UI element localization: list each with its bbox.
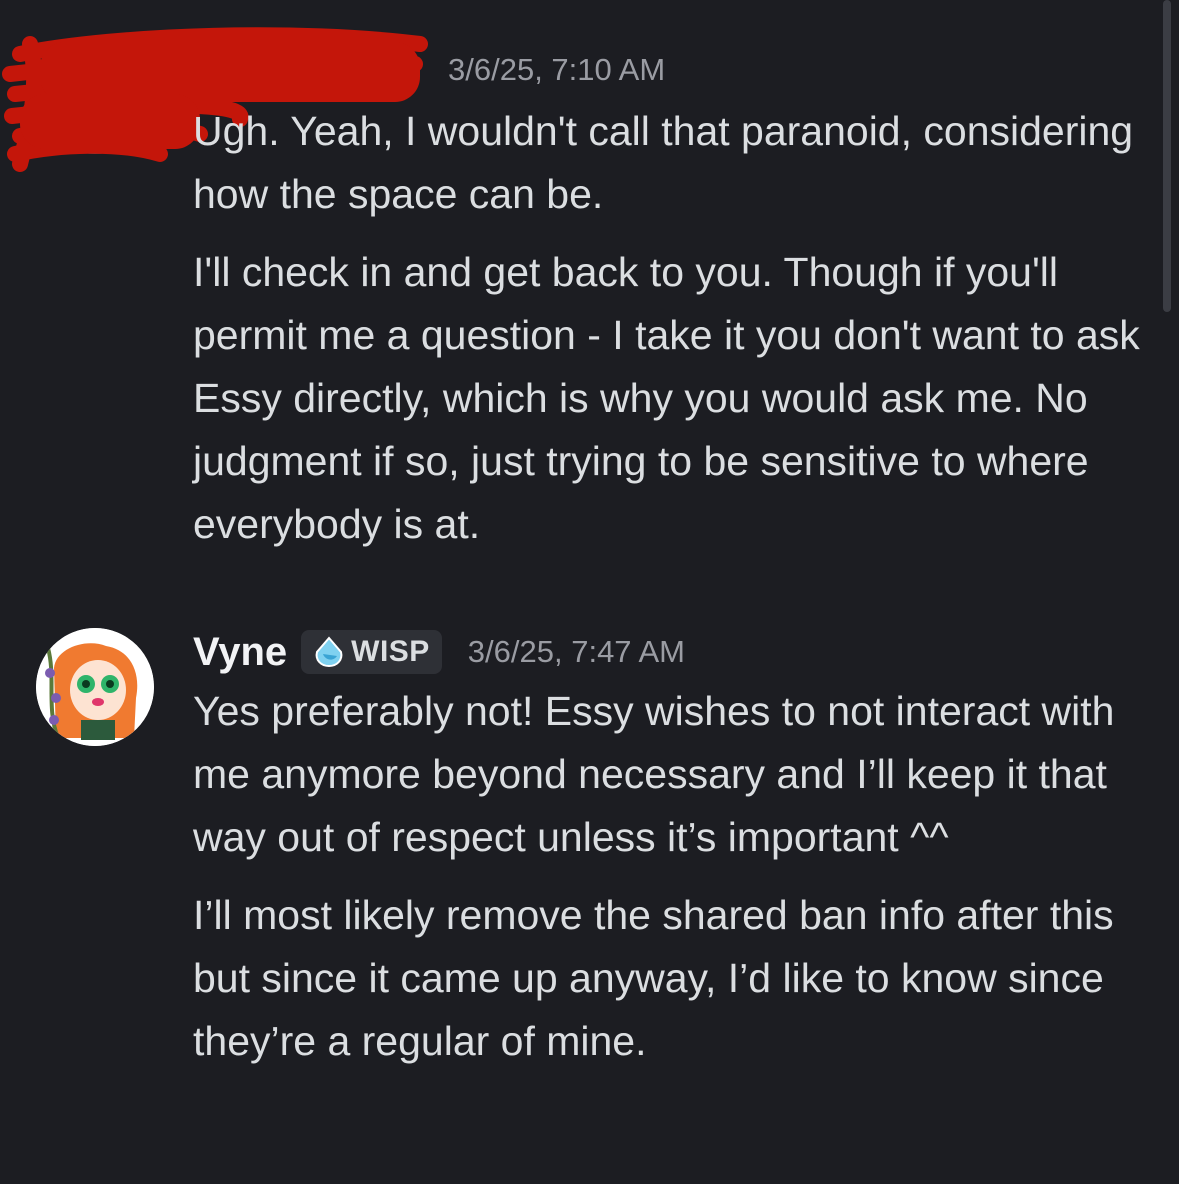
tag-label: WISP — [351, 635, 430, 668]
username[interactable]: Vyne — [193, 630, 287, 675]
message-body: Ugh. Yeah, I wouldn't call that paranoid… — [193, 100, 1143, 571]
timestamp: 3/6/25, 7:47 AM — [467, 634, 685, 669]
avatar-image — [36, 628, 154, 746]
server-tag[interactable]: WISP — [301, 630, 442, 674]
message-text: Ugh. Yeah, I wouldn't call that paranoid… — [193, 108, 1134, 217]
message-body: Yes preferably not! Essy wishes to not i… — [193, 680, 1143, 1088]
message-header: 3/6/25, 7:10 AM — [448, 42, 665, 98]
message-header: Vyne WISP 3/6/25, 7:47 AM — [193, 624, 685, 680]
timestamp: 3/6/25, 7:10 AM — [448, 52, 666, 87]
avatar[interactable] — [36, 628, 154, 746]
water-drop-icon — [315, 636, 343, 668]
scrollbar[interactable] — [1163, 0, 1171, 312]
message-text: I’ll most likely remove the shared ban i… — [193, 892, 1114, 1064]
message-text: Yes preferably not! Essy wishes to not i… — [193, 688, 1115, 860]
message-text: I'll check in and get back to you. Thoug… — [193, 249, 1140, 547]
